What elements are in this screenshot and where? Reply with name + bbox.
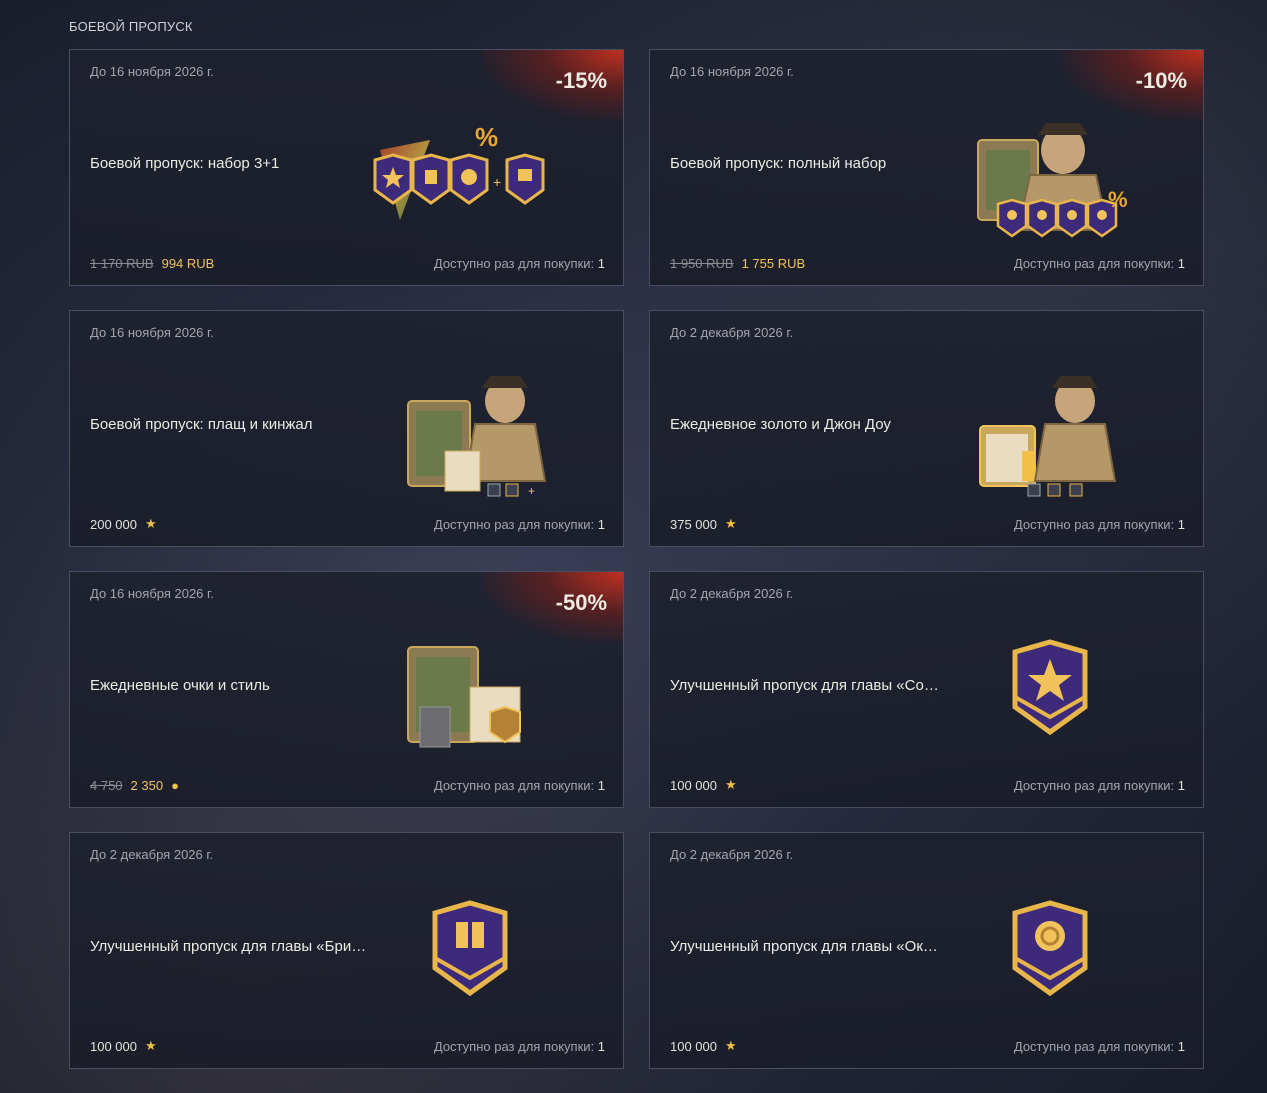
old-price: 1 170 RUB — [90, 256, 154, 271]
offer-date: До 16 ноября 2026 г. — [670, 64, 794, 79]
offer-title: Боевой пропуск: набор 3+1 — [90, 155, 280, 172]
price: 100 000 — [670, 1038, 717, 1054]
offer-title: Улучшенный пропуск для главы «Ок… — [670, 938, 938, 955]
old-price: 4 750 — [90, 778, 123, 793]
star-chapter-badge-icon — [1012, 639, 1088, 736]
offer-title: Ежедневные очки и стиль — [90, 677, 270, 694]
offer-title: Боевой пропуск: полный набор — [670, 155, 887, 172]
offer-date: До 2 декабря 2026 г. — [670, 325, 794, 340]
availability-count: 1 — [1177, 778, 1185, 793]
gold-icon: ● — [171, 778, 179, 793]
cloak-and-dagger-bundle-icon: + — [407, 376, 547, 498]
price-block: 1 950 RUB 1 755 RUB — [670, 256, 805, 271]
offer-date: До 16 ноября 2026 г. — [90, 325, 214, 340]
discount-label: -10% — [1135, 68, 1187, 93]
availability-count: 1 — [1177, 256, 1185, 271]
offer-card-improved-pass-chapter-3[interactable]: До 2 декабря 2026 г. Улучшенный пропуск … — [649, 832, 1204, 1069]
availability-count: 1 — [597, 256, 605, 271]
discount-label: -50% — [555, 590, 607, 615]
badges-set-icon: + % — [373, 122, 545, 220]
offer-title: Улучшенный пропуск для главы «Бри… — [90, 938, 367, 955]
offer-card-battle-pass-full[interactable]: -10% До 16 ноября 2026 г. Боевой пропуск… — [649, 49, 1204, 286]
full-set-bundle-icon: % — [977, 123, 1128, 238]
coin-chapter-badge-icon — [1012, 900, 1088, 997]
offer-card-improved-pass-chapter-2[interactable]: До 2 декабря 2026 г. Улучшенный пропуск … — [69, 832, 624, 1069]
availability-label: Доступно раз для покупки: — [1013, 517, 1175, 532]
offer-card-daily-points-style[interactable]: -50% До 16 ноября 2026 г. Ежедневные очк… — [69, 571, 624, 808]
svg-text:%: % — [1108, 187, 1128, 212]
offer-card-battle-pass-3plus1[interactable]: -15% До 16 ноября 2026 г. Боевой пропуск… — [69, 49, 624, 286]
star-icon: ★ — [725, 1038, 737, 1053]
star-icon: ★ — [725, 516, 737, 531]
offer-card-improved-pass-chapter-1[interactable]: До 2 декабря 2026 г. Улучшенный пропуск … — [649, 571, 1204, 808]
price: 200 000 — [90, 516, 137, 532]
new-price: 994 RUB — [161, 256, 215, 271]
star-icon: ★ — [725, 777, 737, 792]
price-block: 200 000 ★ — [90, 516, 157, 532]
new-price: 2 350 — [130, 778, 164, 793]
offer-title: Ежедневное золото и Джон Доу — [670, 416, 891, 433]
price-block: 100 000 ★ — [670, 777, 737, 793]
availability-label: Доступно раз для покупки: — [433, 256, 595, 271]
section-title: БОЕВОЙ ПРОПУСК — [69, 19, 193, 34]
price: 100 000 — [90, 1038, 137, 1054]
availability-count: 1 — [597, 517, 605, 532]
offer-date: До 16 ноября 2026 г. — [90, 64, 214, 79]
daily-gold-bundle-icon — [979, 376, 1117, 497]
svg-text:%: % — [475, 122, 498, 152]
discount-label: -15% — [555, 68, 607, 93]
availability: Доступно раз для покупки: 1 — [434, 256, 605, 271]
offer-card-daily-gold-john-doe[interactable]: До 2 декабря 2026 г. Ежедневное золото и… — [649, 310, 1204, 547]
availability: Доступно раз для покупки: 1 — [1014, 1039, 1185, 1054]
availability-label: Доступно раз для покупки: — [433, 778, 595, 793]
availability: Доступно раз для покупки: 1 — [434, 778, 605, 793]
price: 375 000 — [670, 516, 717, 532]
price-block: 375 000 ★ — [670, 516, 737, 532]
star-icon: ★ — [145, 1038, 157, 1053]
svg-text:+: + — [493, 174, 501, 190]
daily-points-style-icon — [407, 646, 521, 748]
availability-label: Доступно раз для покупки: — [1013, 778, 1175, 793]
old-price: 1 950 RUB — [670, 256, 734, 271]
offer-title: Улучшенный пропуск для главы «Со… — [670, 677, 939, 694]
availability: Доступно раз для покупки: 1 — [1014, 256, 1185, 271]
availability: Доступно раз для покупки: 1 — [1014, 778, 1185, 793]
availability-label: Доступно раз для покупки: — [433, 517, 595, 532]
offer-date: До 2 декабря 2026 г. — [90, 847, 214, 862]
offer-card-cloak-and-dagger[interactable]: До 16 ноября 2026 г. Боевой пропуск: пла… — [69, 310, 624, 547]
price-block: 1 170 RUB 994 RUB — [90, 256, 214, 271]
availability: Доступно раз для покупки: 1 — [434, 1039, 605, 1054]
svg-text:+: + — [528, 484, 535, 498]
availability-label: Доступно раз для покупки: — [1013, 256, 1175, 271]
availability-count: 1 — [1177, 517, 1185, 532]
availability-label: Доступно раз для покупки: — [433, 1039, 595, 1054]
availability-count: 1 — [597, 778, 605, 793]
offer-date: До 16 ноября 2026 г. — [90, 586, 214, 601]
price-block: 100 000 ★ — [670, 1038, 737, 1054]
availability-label: Доступно раз для покупки: — [1013, 1039, 1175, 1054]
availability-count: 1 — [597, 1039, 605, 1054]
new-price: 1 755 RUB — [741, 256, 806, 271]
price-block: 100 000 ★ — [90, 1038, 157, 1054]
price: 100 000 — [670, 777, 717, 793]
bar-chapter-badge-icon — [432, 900, 508, 997]
availability: Доступно раз для покупки: 1 — [1014, 517, 1185, 532]
availability-count: 1 — [1177, 1039, 1185, 1054]
offer-title: Боевой пропуск: плащ и кинжал — [90, 416, 313, 433]
price-block: 4 750 2 350 ● — [90, 778, 179, 793]
star-icon: ★ — [145, 516, 157, 531]
availability: Доступно раз для покупки: 1 — [434, 517, 605, 532]
offer-date: До 2 декабря 2026 г. — [670, 586, 794, 601]
offer-date: До 2 декабря 2026 г. — [670, 847, 794, 862]
